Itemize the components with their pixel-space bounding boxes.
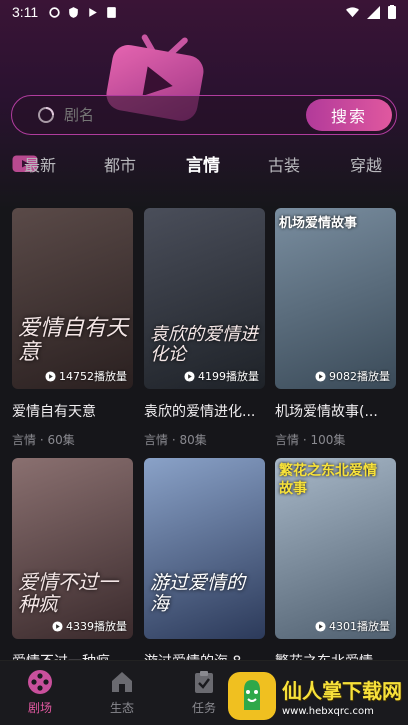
category-tabs: 最新 都市 言情 古装 穿越 xyxy=(0,148,408,178)
drama-episodes: 100集 xyxy=(310,433,346,447)
drama-card[interactable]: 爱情不过一种疯 4339播放量 爱情不过一种疯... xyxy=(12,458,133,671)
shield-status-icon xyxy=(69,6,79,18)
drama-category: 言情 xyxy=(275,433,300,447)
play-count-text: 14752播放量 xyxy=(59,370,127,383)
nav-theater[interactable]: 剧场 xyxy=(10,669,70,716)
notification-icons xyxy=(48,6,118,19)
nav-tasks-label: 任务 xyxy=(191,701,216,715)
status-bar: 3:11 xyxy=(0,0,408,24)
watermark-url: www.hebxqrc.com xyxy=(282,706,374,717)
film-reel-icon xyxy=(28,670,52,694)
drama-poster[interactable]: 爱情不过一种疯 4339播放量 xyxy=(12,458,133,639)
drama-card[interactable]: 爱情自有天意 14752播放量 爱情自有天意 言情 · 60集 xyxy=(12,208,133,448)
tab-romance[interactable]: 言情 xyxy=(186,151,220,176)
play-circle-icon xyxy=(52,620,63,632)
search-input[interactable] xyxy=(64,106,306,124)
nav-tasks[interactable]: 任务 xyxy=(174,669,234,716)
drama-category: 言情 xyxy=(144,433,169,447)
drama-meta: 言情 · 100集 xyxy=(275,433,346,447)
drama-card[interactable]: 游过爱情的海 游过爱情的海 8... xyxy=(144,458,265,671)
tab-urban[interactable]: 都市 xyxy=(104,152,136,176)
play-circle-icon xyxy=(315,370,326,382)
drama-category: 言情 xyxy=(12,433,37,447)
poster-title-art: 游过爱情的海 xyxy=(150,572,246,616)
cactus-logo-icon xyxy=(228,672,276,720)
settings-status-icon xyxy=(49,6,60,18)
drama-poster[interactable]: 游过爱情的海 xyxy=(144,458,265,639)
play-circle-icon xyxy=(45,370,56,382)
drama-title[interactable]: 袁欣的爱情进化... xyxy=(144,401,265,421)
tab-costume[interactable]: 古装 xyxy=(268,152,300,176)
play-count: 4199播放量 xyxy=(184,368,259,384)
poster-title-art: 爱情不过一种疯 xyxy=(18,570,118,616)
sim-status-icon xyxy=(107,6,117,18)
drama-title[interactable]: 爱情自有天意 xyxy=(12,401,133,421)
play-circle-icon xyxy=(315,620,326,632)
drama-poster[interactable]: 袁欣的爱情进化论 4199播放量 xyxy=(144,208,265,389)
play-count: 4339播放量 xyxy=(52,618,127,634)
drama-poster[interactable]: 爱情自有天意 14752播放量 xyxy=(12,208,133,389)
play-count: 14752播放量 xyxy=(45,368,127,384)
search-bar[interactable]: 搜索 xyxy=(11,95,397,135)
poster-title-art: 爱情自有天意 xyxy=(18,315,129,365)
wifi-icon xyxy=(346,6,359,17)
poster-title-art: 繁花之东北爱情故事 xyxy=(279,463,377,498)
drama-episodes: 60集 xyxy=(47,433,75,447)
search-icon xyxy=(38,107,54,123)
house-icon xyxy=(112,672,132,692)
battery-icon xyxy=(388,5,396,19)
poster-title-art: 袁欣的爱情进化论 xyxy=(150,324,258,366)
drama-meta: 言情 · 60集 xyxy=(12,433,75,447)
status-time: 3:11 xyxy=(12,4,39,20)
nav-ecology-label: 生态 xyxy=(109,701,134,715)
search-button[interactable]: 搜索 xyxy=(306,99,392,131)
drama-title[interactable]: 机场爱情故事(... xyxy=(275,401,396,421)
signal-icon xyxy=(367,5,380,19)
play-count: 4301播放量 xyxy=(315,618,390,634)
watermark-name: 仙人掌下载网 xyxy=(282,679,402,703)
nav-theater-label: 剧场 xyxy=(27,701,52,715)
drama-poster[interactable]: 机场爱情故事 9082播放量 xyxy=(275,208,396,389)
play-count-text: 4301播放量 xyxy=(329,620,390,633)
play-count-text: 4339播放量 xyxy=(66,620,127,633)
drama-card[interactable]: 繁花之东北爱情故事 4301播放量 繁花之东北爱情... xyxy=(275,458,396,671)
play-count-text: 9082播放量 xyxy=(329,370,390,383)
clipboard-icon xyxy=(195,671,213,693)
play-count: 9082播放量 xyxy=(315,368,390,384)
drama-meta: 言情 · 80集 xyxy=(144,433,207,447)
nav-ecology[interactable]: 生态 xyxy=(92,669,152,716)
poster-title-art: 机场爱情故事 xyxy=(279,216,358,231)
tab-time-travel[interactable]: 穿越 xyxy=(350,152,382,176)
watermark: 仙人掌下载网 www.hebxqrc.com xyxy=(226,668,404,724)
tab-latest[interactable]: 最新 xyxy=(24,152,56,176)
play-status-icon xyxy=(89,7,98,17)
play-circle-icon xyxy=(184,370,195,382)
drama-poster[interactable]: 繁花之东北爱情故事 4301播放量 xyxy=(275,458,396,639)
drama-episodes: 80集 xyxy=(179,433,207,447)
play-count-text: 4199播放量 xyxy=(198,370,259,383)
drama-card[interactable]: 袁欣的爱情进化论 4199播放量 袁欣的爱情进化... 言情 · 80集 xyxy=(144,208,265,448)
drama-card[interactable]: 机场爱情故事 9082播放量 机场爱情故事(... 言情 · 100集 xyxy=(275,208,396,448)
